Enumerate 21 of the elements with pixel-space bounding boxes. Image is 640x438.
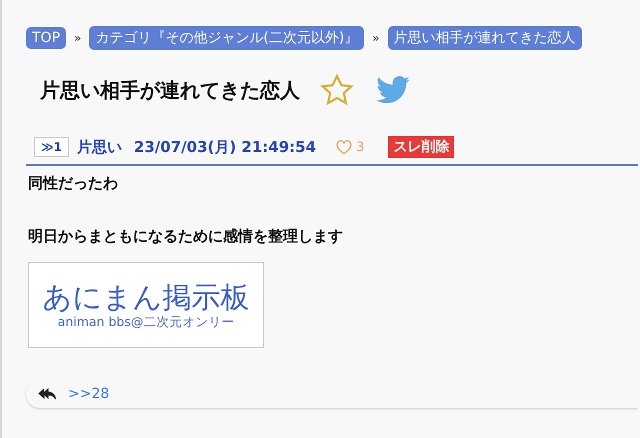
reply-all-icon bbox=[38, 388, 56, 400]
breadcrumb-link[interactable]: TOP bbox=[26, 27, 66, 49]
post-text: 明日からまともになるために感情を整理します bbox=[28, 227, 344, 246]
breadcrumb-link[interactable]: 片思い相手が連れてきた恋人 bbox=[388, 26, 582, 50]
banner-title: あにまん掲示板 bbox=[42, 280, 250, 314]
author-name: 片思い bbox=[76, 138, 122, 156]
breadcrumb-separator: » bbox=[74, 31, 82, 45]
heart-icon[interactable] bbox=[336, 140, 352, 154]
breadcrumb-separator: » bbox=[372, 31, 380, 45]
banner-subtitle: animan bbs@二次元オンリー bbox=[58, 314, 234, 330]
bird-icon[interactable] bbox=[376, 76, 410, 104]
breadcrumb-link[interactable]: カテゴリ『その他ジャンル(二次元以外)』 bbox=[89, 26, 364, 50]
post-number-link[interactable]: ≫1 bbox=[34, 137, 69, 157]
post-datetime: 23/07/03(月) 21:49:54 bbox=[134, 138, 316, 156]
post-text: 同性だったわ bbox=[28, 174, 119, 193]
like-count: 3 bbox=[356, 140, 364, 154]
delete-thread-button[interactable]: スレ削除 bbox=[388, 136, 454, 158]
star-icon[interactable] bbox=[320, 74, 354, 106]
reply-link[interactable]: >>28 bbox=[68, 386, 110, 402]
thread-title: 片思い相手が連れてきた恋人 bbox=[40, 76, 300, 104]
banner-image[interactable]: あにまん掲示板 animan bbs@二次元オンリー bbox=[28, 262, 264, 348]
